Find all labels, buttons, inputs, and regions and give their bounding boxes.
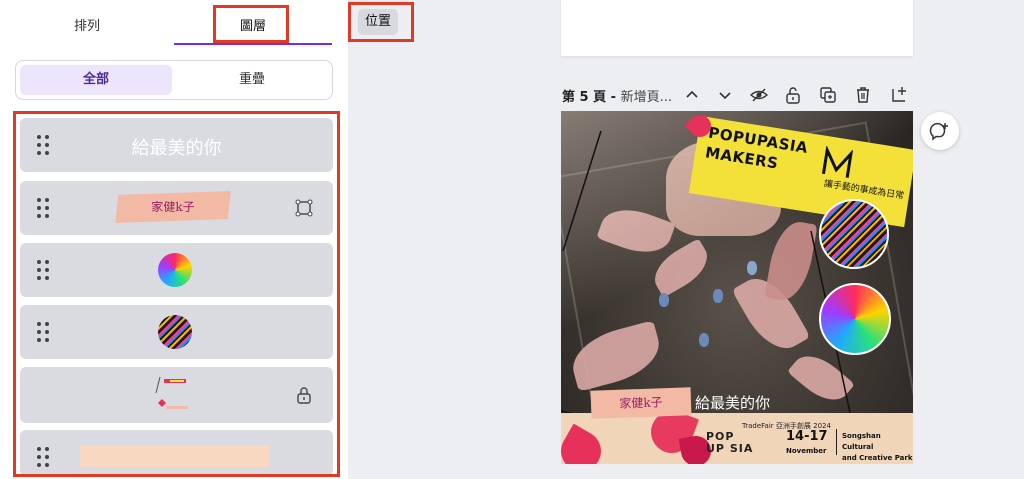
app-window: 排列 圖層 全部 重疊 給最美的你 家健k子 位置 第 5 頁 - 新增頁...…: [0, 0, 1024, 479]
page-header: 第 5 頁 - 新增頁...: [562, 86, 672, 105]
tape-text: 家健k子: [151, 200, 195, 214]
tab-arrange[interactable]: 排列: [0, 10, 174, 44]
drag-handle-icon[interactable]: [35, 260, 51, 282]
hide-icon[interactable]: [748, 84, 770, 106]
delete-icon[interactable]: [852, 84, 874, 106]
filter-overlap-button[interactable]: 重疊: [176, 65, 328, 95]
footer-divider: [836, 429, 837, 455]
crop-frame-icon[interactable]: [294, 198, 314, 218]
layer-item-locked-group[interactable]: [20, 367, 333, 423]
comment-add-icon: [929, 122, 948, 141]
add-page-icon[interactable]: [888, 84, 910, 106]
active-tab-indicator: [174, 43, 332, 45]
add-comment-button[interactable]: [921, 112, 959, 150]
hooks-circle-image: [819, 199, 889, 269]
filter-all-button[interactable]: 全部: [20, 65, 172, 95]
drag-handle-icon[interactable]: [35, 322, 51, 344]
popupasia-logo: POP UP SIA: [706, 431, 753, 455]
drag-handle-icon[interactable]: [35, 198, 51, 220]
layer-item-peach-shape[interactable]: [20, 430, 333, 476]
rainbow-yarn-thumbnail: [158, 253, 192, 287]
layers-panel: 排列 圖層 全部 重疊 給最美的你 家健k子: [0, 0, 348, 479]
event-month: November: [786, 447, 827, 455]
chevron-down-icon[interactable]: [714, 84, 736, 106]
tape-image-thumbnail: 家健k子: [115, 191, 231, 223]
crochet-hooks-thumbnail: [158, 315, 192, 349]
canvas-caption[interactable]: 給最美的你: [695, 392, 770, 413]
makers-logo: [821, 145, 854, 178]
logo-upsia: UP SIA: [706, 442, 754, 455]
position-button[interactable]: 位置: [358, 9, 398, 35]
previous-page-bottom: [561, 0, 913, 56]
page-title[interactable]: 新增頁...: [621, 90, 672, 105]
rainbow-circle-image: [819, 283, 891, 355]
layer-item-text[interactable]: 給最美的你: [20, 118, 333, 172]
layer-item-hooks-circle[interactable]: [20, 305, 333, 359]
chevron-up-icon[interactable]: [681, 84, 703, 106]
canvas-tape[interactable]: 家健k子: [590, 387, 692, 419]
canvas-tape-text: 家健k子: [619, 395, 663, 411]
group-thumbnail: [155, 376, 188, 409]
peach-rectangle-thumbnail: [80, 445, 270, 467]
venue-line-1: Songshan Cultural: [842, 432, 881, 451]
page-number: 第 5 頁: [562, 90, 607, 105]
event-venue: Songshan Cultural and Creative Park: [842, 431, 913, 464]
lock-icon[interactable]: [294, 385, 314, 405]
banner-tagline: 讓手藝的事成為日常: [823, 179, 905, 202]
layer-text-preview: 給最美的你: [131, 138, 222, 159]
venue-line-2: and Creative Park: [842, 454, 913, 462]
layer-item-rainbow-circle[interactable]: [20, 243, 333, 297]
event-dates: 14-17: [786, 429, 828, 444]
layer-filter-toggle: 全部 重疊: [15, 60, 333, 100]
editor-canvas-area: 位置 第 5 頁 - 新增頁... POPUPASIA MAKERS 讓手藝的事…: [348, 0, 1024, 479]
page-separator: -: [606, 90, 621, 105]
layer-item-tape-image[interactable]: 家健k子: [20, 181, 333, 235]
duplicate-icon[interactable]: [817, 84, 839, 106]
tab-layers[interactable]: 圖層: [174, 10, 332, 44]
drag-handle-icon[interactable]: [35, 447, 51, 469]
design-page-5[interactable]: POPUPASIA MAKERS 讓手藝的事成為日常 家健k子 給最美的你 PO…: [561, 111, 913, 464]
unlock-icon[interactable]: [782, 84, 804, 106]
